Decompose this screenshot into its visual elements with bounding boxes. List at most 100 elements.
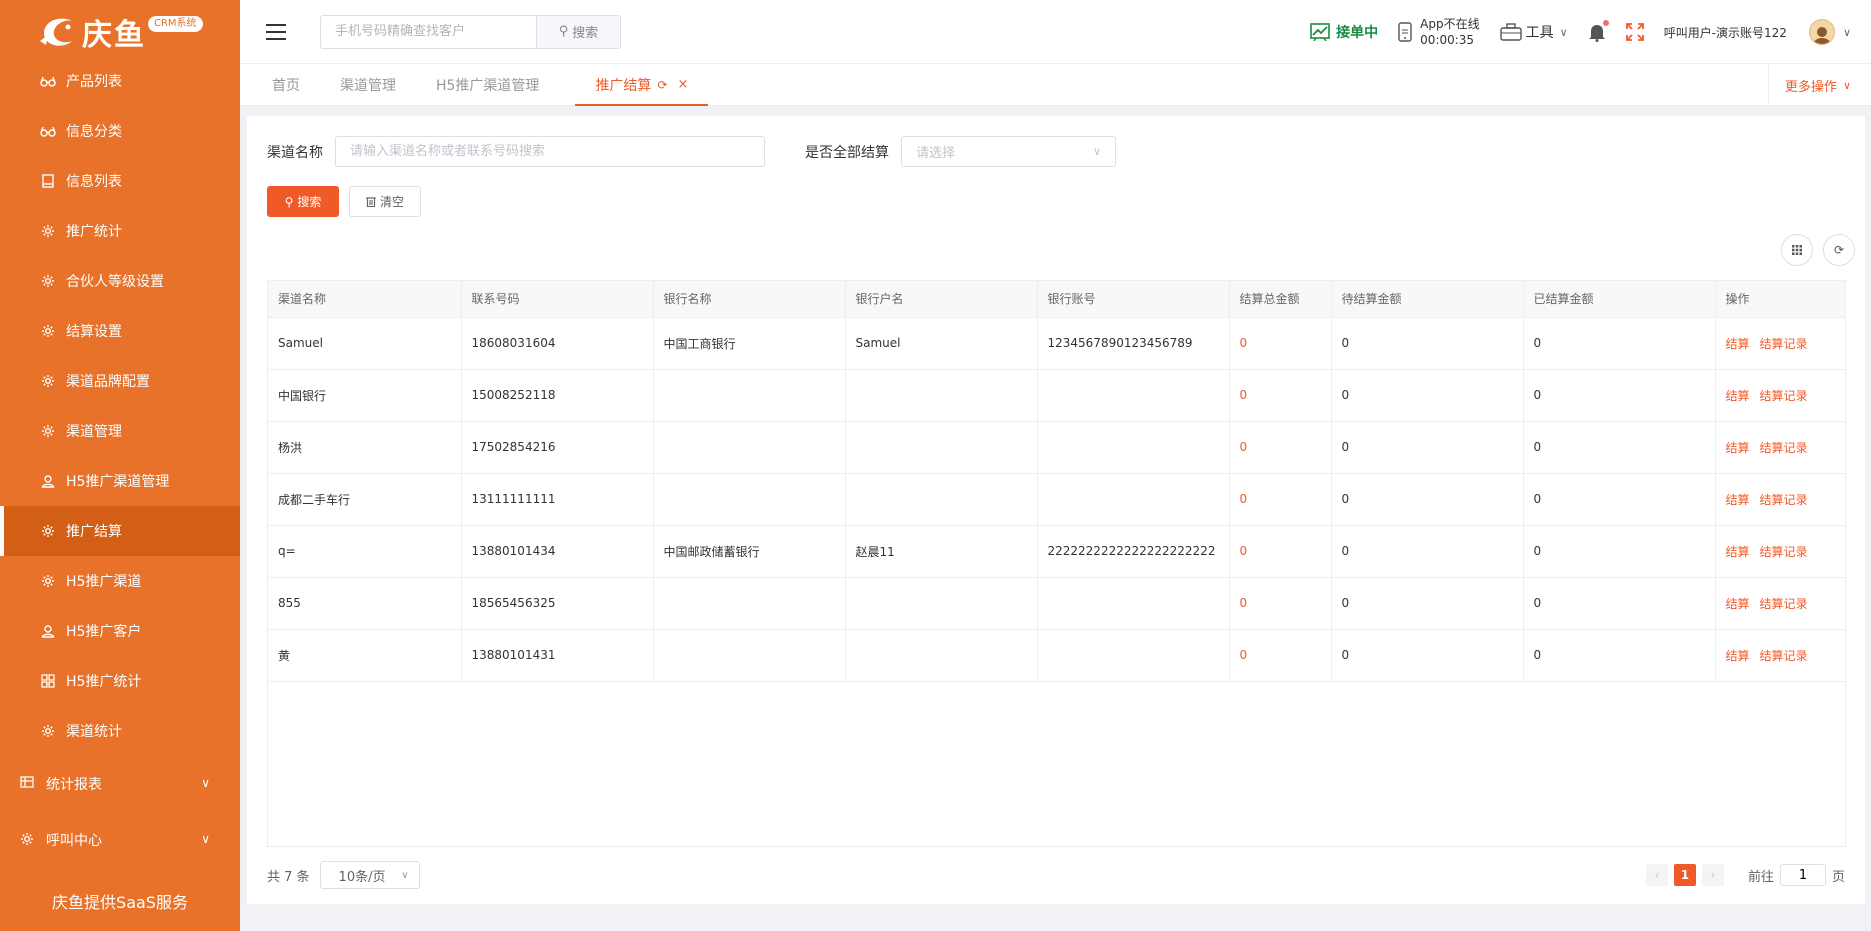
sidebar-group[interactable]: 呼叫中心 ∨ bbox=[0, 812, 240, 868]
settled-select[interactable]: 请选择 ∨ bbox=[901, 136, 1116, 167]
settle-link[interactable]: 结算 bbox=[1726, 389, 1750, 403]
sidebar-item-label: H5推广渠道管理 bbox=[66, 474, 170, 490]
tab-channel-management[interactable]: 渠道管理 bbox=[320, 64, 416, 106]
sidebar-item[interactable]: H5推广渠道管理 bbox=[0, 456, 240, 506]
close-icon[interactable]: × bbox=[678, 77, 689, 92]
page-size-select[interactable]: 10条/页 ∨ bbox=[319, 861, 420, 889]
settle-link[interactable]: 结算 bbox=[1726, 493, 1750, 507]
chevron-down-icon: ∨ bbox=[201, 832, 210, 846]
column-header: 已结算金额 bbox=[1523, 281, 1716, 318]
table-cell: 0 bbox=[1523, 317, 1716, 370]
table-row: Samuel 18608031604 中国工商银行 Samuel 12345678901… bbox=[268, 317, 1845, 370]
user-menu[interactable]: ∨ bbox=[1808, 19, 1851, 45]
sidebar-item-label: 渠道品牌配置 bbox=[66, 374, 150, 390]
brand-badge: CRM系统 bbox=[148, 16, 203, 32]
sidebar-item[interactable]: 推广结算 bbox=[0, 506, 240, 556]
table-cell: 0 bbox=[1523, 629, 1716, 682]
fullscreen-button[interactable] bbox=[1625, 23, 1644, 41]
sidebar-item[interactable]: H5推广客户 bbox=[0, 606, 240, 656]
goto-page-input[interactable] bbox=[1779, 864, 1826, 886]
sidebar-item[interactable]: 产品列表 bbox=[0, 56, 240, 106]
settle-link[interactable]: 结算 bbox=[1726, 649, 1750, 663]
tab-h5-channel-management[interactable]: H5推广渠道管理 bbox=[416, 64, 559, 106]
refresh-button[interactable]: ⟳ bbox=[1823, 234, 1855, 266]
settlement-record-link[interactable]: 结算记录 bbox=[1760, 337, 1808, 351]
chevron-down-icon: ∨ bbox=[1842, 25, 1851, 39]
channel-search-input[interactable] bbox=[335, 136, 765, 167]
sidebar-item[interactable]: 合伙人等级设置 bbox=[0, 256, 240, 306]
tools-dropdown[interactable]: 工具 ∨ bbox=[1499, 22, 1568, 42]
settle-link[interactable]: 结算 bbox=[1726, 441, 1750, 455]
page-number-current[interactable]: 1 bbox=[1673, 864, 1696, 886]
sidebar-item[interactable]: 推广统计 bbox=[0, 206, 240, 256]
sidebar-item[interactable]: 渠道管理 bbox=[0, 406, 240, 456]
settle-link[interactable]: 结算 bbox=[1726, 545, 1750, 559]
sidebar-item-label: 推广统计 bbox=[66, 224, 122, 240]
tab-label: H5推广渠道管理 bbox=[436, 77, 540, 94]
pagination: 共 7 条 10条/页 ∨ ‹ 1 › 前往 页 bbox=[267, 860, 1845, 890]
next-page-button[interactable]: › bbox=[1701, 864, 1724, 886]
sidebar-item[interactable]: 信息分类 bbox=[0, 106, 240, 156]
header-search-label: 搜索 bbox=[572, 26, 599, 41]
table-cell: 0 bbox=[1331, 369, 1524, 422]
more-operations-dropdown[interactable]: 更多操作 ∨ bbox=[1767, 64, 1871, 106]
column-header: 操作 bbox=[1715, 281, 1845, 318]
clear-button[interactable]: 清空 bbox=[349, 186, 421, 217]
table-cell: 中国邮政储蓄银行 bbox=[653, 525, 846, 578]
tab-promotion-settlement[interactable]: 推广结算 ⟳ × bbox=[575, 64, 709, 106]
table-cell: 0 bbox=[1331, 629, 1524, 682]
settlement-record-link[interactable]: 结算记录 bbox=[1760, 493, 1808, 507]
sidebar-item[interactable]: 渠道统计 bbox=[0, 706, 240, 756]
prev-page-button[interactable]: ‹ bbox=[1645, 864, 1668, 886]
sidebar-item[interactable]: 信息列表 bbox=[0, 156, 240, 206]
phone-search-input[interactable] bbox=[320, 14, 536, 49]
sidebar-item[interactable]: H5推广统计 bbox=[0, 656, 240, 706]
search-button[interactable]: ⚲ 搜索 bbox=[267, 186, 339, 217]
table-cell: Samuel bbox=[268, 317, 462, 370]
trend-chart-icon bbox=[1310, 23, 1330, 41]
tab-home[interactable]: 首页 bbox=[240, 64, 320, 106]
gear-icon bbox=[40, 723, 56, 739]
gear-icon bbox=[40, 273, 56, 289]
filter-buttons: ⚲ 搜索 清空 bbox=[267, 186, 421, 217]
tab-label: 首页 bbox=[272, 77, 300, 94]
settlement-record-link[interactable]: 结算记录 bbox=[1760, 597, 1808, 611]
settlement-record-link[interactable]: 结算记录 bbox=[1760, 545, 1808, 559]
gear-icon bbox=[40, 223, 56, 239]
table-cell: 0 bbox=[1523, 421, 1716, 474]
sidebar-item[interactable]: H5推广渠道 bbox=[0, 556, 240, 606]
order-status-toggle[interactable]: 接单中 bbox=[1310, 22, 1378, 42]
settlement-record-link[interactable]: 结算记录 bbox=[1760, 649, 1808, 663]
total-count: 共 7 条 bbox=[267, 869, 310, 885]
refresh-icon[interactable]: ⟳ bbox=[657, 78, 667, 92]
top-header: ⚲ 搜索 接单中 App不在线 00:00:35 工具 ∨ bbox=[240, 0, 1871, 64]
sidebar-group[interactable]: 统计报表 ∨ bbox=[0, 756, 240, 812]
pager: ‹ 1 › 前往 页 bbox=[1645, 864, 1845, 886]
header-search-button[interactable]: ⚲ 搜索 bbox=[536, 14, 621, 49]
table-cell: 0 bbox=[1331, 473, 1524, 526]
table-cell bbox=[653, 629, 846, 682]
sidebar-item-label: 渠道统计 bbox=[66, 724, 122, 740]
column-settings-button[interactable] bbox=[1781, 234, 1813, 266]
sidebar-item[interactable]: 渠道品牌配置 bbox=[0, 356, 240, 406]
settle-link[interactable]: 结算 bbox=[1726, 337, 1750, 351]
actions-cell: 结算 结算记录 bbox=[1715, 317, 1845, 370]
app-timer: 00:00:35 bbox=[1420, 33, 1475, 47]
sidebar-item[interactable]: 结算设置 bbox=[0, 306, 240, 356]
table-cell: 0 bbox=[1331, 525, 1524, 578]
settle-link[interactable]: 结算 bbox=[1726, 597, 1750, 611]
menu-toggle-icon[interactable] bbox=[266, 23, 286, 40]
gear-icon bbox=[40, 523, 56, 539]
search-icon: ⚲ bbox=[284, 194, 294, 209]
sidebar-group-label: 呼叫中心 bbox=[46, 833, 102, 849]
table-row: 杨洪 17502854216 0 0 0 结算 结算记录 bbox=[268, 421, 1845, 474]
trash-icon bbox=[365, 196, 376, 207]
settlement-record-link[interactable]: 结算记录 bbox=[1760, 441, 1808, 455]
notification-button[interactable] bbox=[1588, 20, 1609, 42]
actions-cell: 结算 结算记录 bbox=[1715, 369, 1845, 422]
search-icon: ⚲ bbox=[558, 24, 569, 39]
table-cell bbox=[845, 369, 1038, 422]
table-cell: 成都二手车行 bbox=[268, 473, 462, 526]
table-cell: 0 bbox=[1523, 577, 1716, 630]
settlement-record-link[interactable]: 结算记录 bbox=[1760, 389, 1808, 403]
